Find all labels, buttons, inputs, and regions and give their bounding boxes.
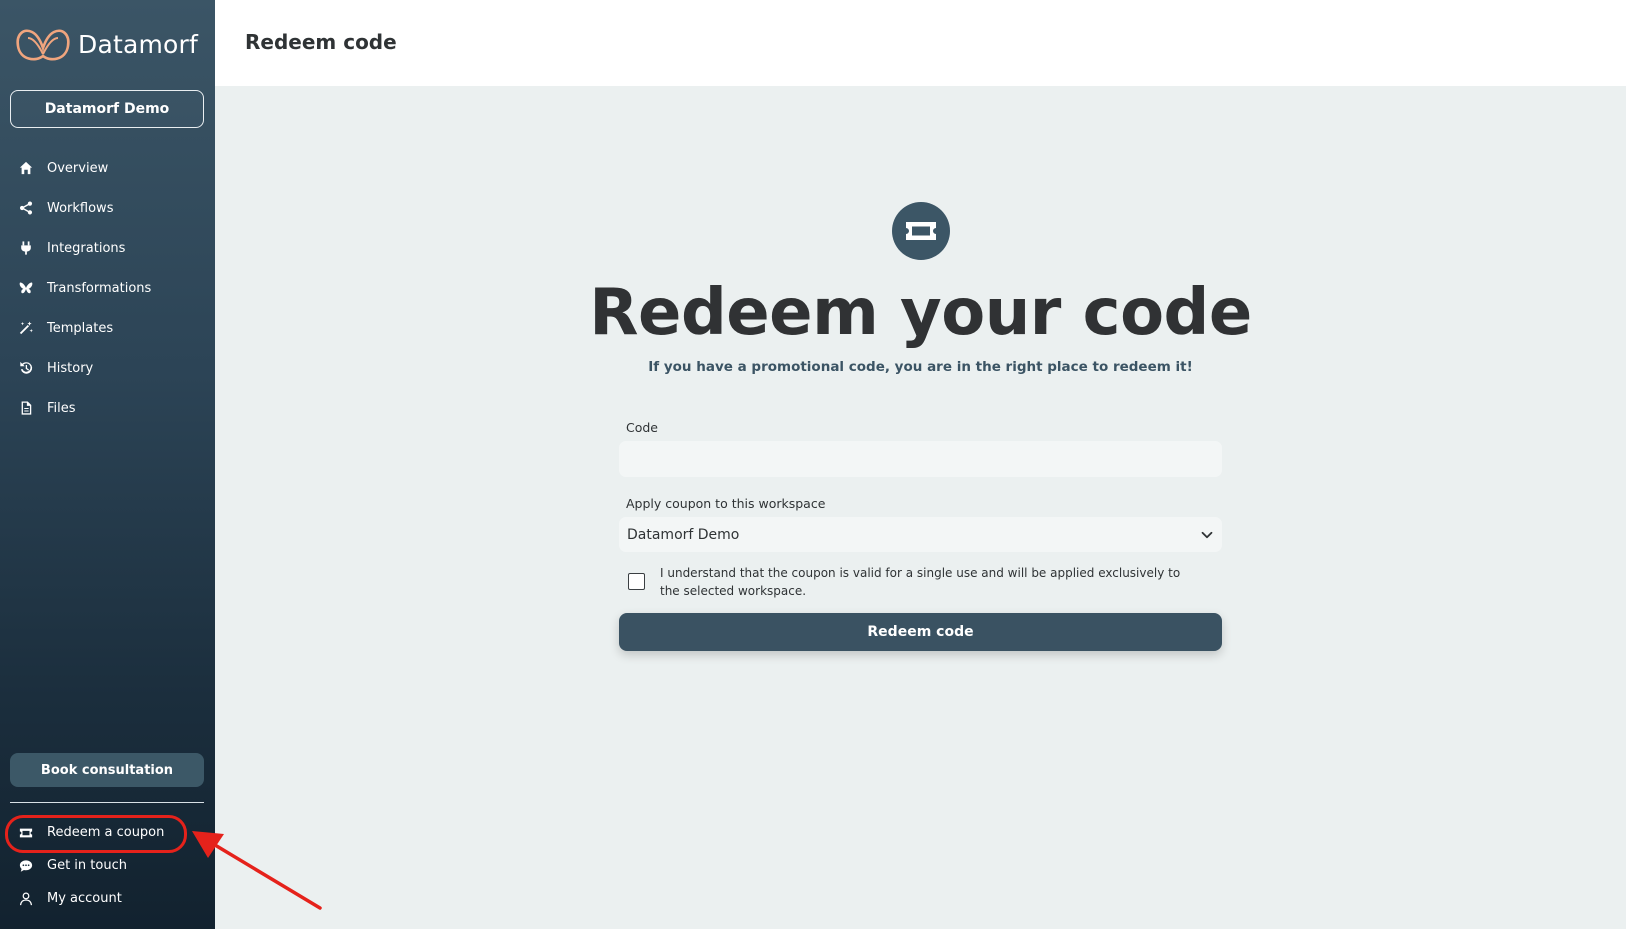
sidebar-item-integrations[interactable]: Integrations <box>0 228 215 268</box>
sidebar-item-get-in-touch[interactable]: Get in touch <box>0 849 215 882</box>
plug-icon <box>18 240 34 256</box>
sidebar-item-label: History <box>47 360 94 376</box>
consent-checkbox[interactable] <box>628 573 645 590</box>
history-icon <box>18 360 34 376</box>
sidebar-item-templates[interactable]: Templates <box>0 308 215 348</box>
consent-text: I understand that the coupon is valid fo… <box>660 566 1181 598</box>
sidebar-item-label: Get in touch <box>47 858 127 873</box>
sidebar-item-label: Integrations <box>47 240 126 256</box>
file-icon <box>18 400 34 416</box>
magic-wand-icon <box>18 320 34 336</box>
sidebar-divider <box>10 802 204 803</box>
page-header: Redeem code <box>215 0 1626 86</box>
hero-subtitle: If you have a promotional code, you are … <box>648 359 1193 375</box>
main-content: Redeem your code If you have a promotion… <box>215 86 1626 929</box>
chat-icon <box>18 858 34 874</box>
sidebar-item-label: Workflows <box>47 200 114 216</box>
workspace-select-value: Datamorf Demo <box>627 526 740 543</box>
sidebar-item-workflows[interactable]: Workflows <box>0 188 215 228</box>
share-icon <box>18 200 34 216</box>
home-icon <box>18 160 34 176</box>
sidebar-item-my-account[interactable]: My account <box>0 882 215 915</box>
ticket-icon <box>906 222 936 240</box>
sidebar-item-label: Overview <box>47 160 109 176</box>
ticket-badge <box>892 202 950 260</box>
workspace-label: Apply coupon to this workspace <box>626 496 826 511</box>
book-consultation-button[interactable]: Book consultation <box>10 753 204 787</box>
page-title: Redeem code <box>245 30 397 54</box>
workspace-selector-button[interactable]: Datamorf Demo <box>10 90 204 128</box>
sidebar-item-transformations[interactable]: Transformations <box>0 268 215 308</box>
code-label: Code <box>626 420 659 435</box>
annotation-highlight-ring <box>5 815 187 853</box>
logo[interactable]: Datamorf <box>14 26 198 62</box>
hero-title: Redeem your code <box>589 276 1252 350</box>
redeem-form: Code Apply coupon to this workspace Data… <box>619 420 1222 651</box>
sidebar-nav: Overview Workflows Integrations Transfor… <box>0 148 215 428</box>
sidebar-item-label: Templates <box>47 320 114 336</box>
redeem-code-button[interactable]: Redeem code <box>619 613 1222 651</box>
sidebar-item-files[interactable]: Files <box>0 388 215 428</box>
sidebar-item-label: My account <box>47 891 122 906</box>
logo-text: Datamorf <box>78 29 199 59</box>
butterfly-logo-icon <box>16 29 70 61</box>
sidebar-item-overview[interactable]: Overview <box>0 148 215 188</box>
code-input[interactable] <box>619 441 1222 477</box>
butterfly-icon <box>18 280 34 296</box>
chevron-down-icon <box>1201 531 1213 538</box>
workspace-select[interactable]: Datamorf Demo <box>619 517 1222 552</box>
sidebar: Datamorf Datamorf Demo Overview Workflow… <box>0 0 215 929</box>
sidebar-item-history[interactable]: History <box>0 348 215 388</box>
consent-row: I understand that the coupon is valid fo… <box>619 564 1222 600</box>
sidebar-item-label: Files <box>47 400 76 416</box>
sidebar-item-label: Transformations <box>47 280 152 296</box>
user-icon <box>18 891 34 907</box>
